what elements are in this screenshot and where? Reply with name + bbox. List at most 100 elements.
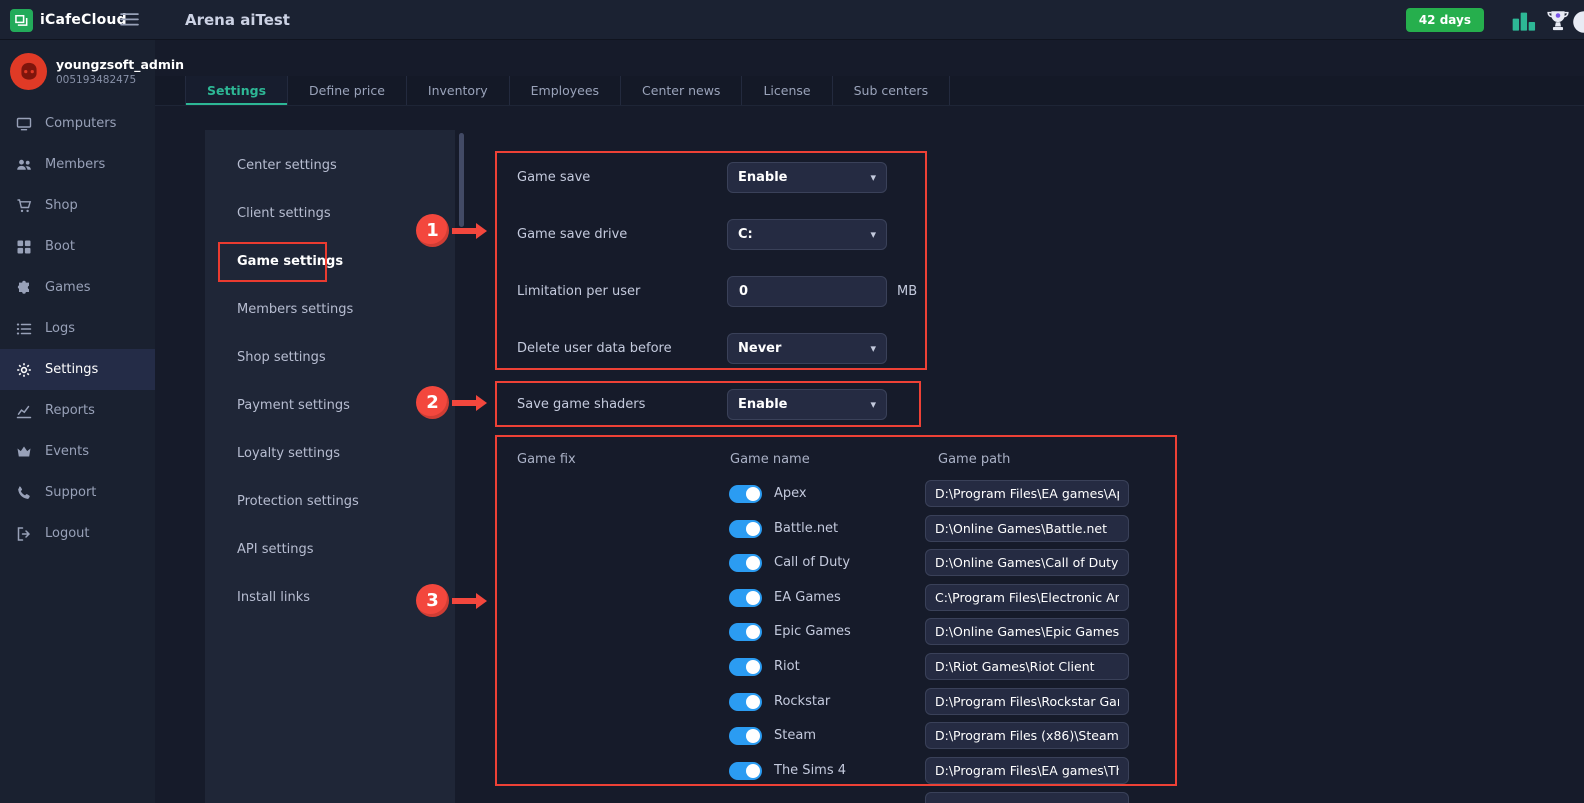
sidebar-item-games[interactable]: Games <box>0 267 155 308</box>
sidebar-item-logs[interactable]: Logs <box>0 308 155 349</box>
game-path-input-partial[interactable] <box>925 792 1129 803</box>
game-path-input[interactable] <box>925 722 1129 749</box>
sidebar-item-computers[interactable]: Computers <box>0 103 155 144</box>
delete-user-data-label: Delete user data before <box>517 333 672 364</box>
nav-item-game-settings[interactable]: Game settings <box>205 237 455 285</box>
center-tabbar: Settings Define price Inventory Employee… <box>155 76 1584 106</box>
limitation-unit-label: MB <box>897 276 917 307</box>
tab-settings[interactable]: Settings <box>185 76 288 105</box>
game-name: Battle.net <box>774 521 838 536</box>
annotation-arrow-1 <box>452 228 476 234</box>
sidebar-item-label: Support <box>45 485 96 500</box>
tab-label: Employees <box>531 83 599 98</box>
menu-toggle-icon[interactable] <box>120 12 139 27</box>
game-save-select[interactable]: Enable ▾ <box>727 162 887 193</box>
nav-item-label: Loyalty settings <box>237 446 340 461</box>
license-days-badge[interactable]: 42 days <box>1406 8 1484 32</box>
sidebar-item-shop[interactable]: Shop <box>0 185 155 226</box>
game-name-column-header: Game name <box>730 452 810 467</box>
sidebar-item-label: Reports <box>45 403 95 418</box>
chevron-down-icon: ▾ <box>870 399 876 410</box>
sidebar-item-logout[interactable]: Logout <box>0 513 155 554</box>
save-game-shaders-label: Save game shaders <box>517 389 645 420</box>
delete-user-data-select[interactable]: Never ▾ <box>727 333 887 364</box>
nav-item-label: Payment settings <box>237 398 350 413</box>
delete-user-data-select-value: Never <box>738 341 781 356</box>
annotation-circle-2: 2 <box>416 386 449 419</box>
cut-off-icon[interactable] <box>1572 10 1584 30</box>
game-toggle-ea-games[interactable] <box>729 589 762 607</box>
nav-item-label: Center settings <box>237 158 337 173</box>
game-fix-row: Epic Games <box>729 618 1129 645</box>
nav-item-api-settings[interactable]: API settings <box>205 525 455 573</box>
chevron-down-icon: ▾ <box>870 229 876 240</box>
nav-scrollbar[interactable] <box>459 133 464 227</box>
members-icon <box>16 157 32 173</box>
game-toggle-riot[interactable] <box>729 658 762 676</box>
events-icon <box>16 444 32 460</box>
game-name: The Sims 4 <box>774 763 846 778</box>
nav-item-shop-settings[interactable]: Shop settings <box>205 333 455 381</box>
tab-center-news[interactable]: Center news <box>621 76 742 105</box>
game-path-input[interactable] <box>925 653 1129 680</box>
game-fix-row: EA Games <box>729 584 1129 611</box>
nav-item-label: Members settings <box>237 302 353 317</box>
game-toggle-call-of-duty[interactable] <box>729 554 762 572</box>
nav-item-label: Game settings <box>237 254 343 269</box>
game-save-drive-select[interactable]: C: ▾ <box>727 219 887 250</box>
game-path-input[interactable] <box>925 757 1129 784</box>
tab-license[interactable]: License <box>742 76 832 105</box>
game-toggle-steam[interactable] <box>729 727 762 745</box>
nav-item-protection-settings[interactable]: Protection settings <box>205 477 455 525</box>
annotation-circle-3: 3 <box>416 584 449 617</box>
sidebar-item-members[interactable]: Members <box>0 144 155 185</box>
sidebar-item-events[interactable]: Events <box>0 431 155 472</box>
game-toggle-the-sims-4[interactable] <box>729 762 762 780</box>
sidebar-item-boot[interactable]: Boot <box>0 226 155 267</box>
trophy-icon[interactable] <box>1546 10 1570 30</box>
game-toggle-battlenet[interactable] <box>729 520 762 538</box>
tab-employees[interactable]: Employees <box>510 76 621 105</box>
tab-inventory[interactable]: Inventory <box>407 76 510 105</box>
tab-label: Inventory <box>428 83 488 98</box>
game-name: Riot <box>774 659 800 674</box>
nav-item-center-settings[interactable]: Center settings <box>205 141 455 189</box>
game-fix-column-header: Game fix <box>517 452 576 467</box>
chevron-down-icon: ▾ <box>870 343 876 354</box>
tab-label: License <box>763 83 810 98</box>
brand[interactable]: iCafeCloud <box>10 0 127 40</box>
sidebar-item-label: Settings <box>45 362 98 377</box>
user-profile[interactable]: youngzsoft_admin 005193482475 <box>0 40 155 103</box>
ranking-icon[interactable] <box>1512 10 1536 30</box>
game-toggle-rockstar[interactable] <box>729 693 762 711</box>
tab-define-price[interactable]: Define price <box>288 76 407 105</box>
game-path-input[interactable] <box>925 549 1129 576</box>
center-title: Arena aiTest <box>185 0 290 40</box>
game-path-input[interactable] <box>925 515 1129 542</box>
sidebar-item-label: Logout <box>45 526 90 541</box>
annotation-arrow-3 <box>452 598 476 604</box>
nav-item-label: Client settings <box>237 206 331 221</box>
sidebar-item-reports[interactable]: Reports <box>0 390 155 431</box>
nav-item-loyalty-settings[interactable]: Loyalty settings <box>205 429 455 477</box>
game-path-input[interactable] <box>925 618 1129 645</box>
shop-cart-icon <box>16 198 32 214</box>
nav-item-members-settings[interactable]: Members settings <box>205 285 455 333</box>
game-toggle-epic-games[interactable] <box>729 623 762 641</box>
sidebar-item-support[interactable]: Support <box>0 472 155 513</box>
sidebar: youngzsoft_admin 005193482475 Computers … <box>0 40 155 803</box>
sidebar-item-label: Games <box>45 280 90 295</box>
nav-item-label: Shop settings <box>237 350 326 365</box>
tab-sub-centers[interactable]: Sub centers <box>833 76 951 105</box>
game-path-input[interactable] <box>925 584 1129 611</box>
sidebar-item-settings[interactable]: Settings <box>0 349 155 390</box>
gear-icon <box>16 362 32 378</box>
game-path-input[interactable] <box>925 480 1129 507</box>
game-toggle-apex[interactable] <box>729 485 762 503</box>
tab-label: Sub centers <box>854 83 929 98</box>
topbar: iCafeCloud Arena aiTest 42 days <box>0 0 1584 40</box>
tab-label: Settings <box>207 83 266 98</box>
game-path-input[interactable] <box>925 688 1129 715</box>
save-game-shaders-select[interactable]: Enable ▾ <box>727 389 887 420</box>
limitation-per-user-input[interactable] <box>727 276 887 307</box>
